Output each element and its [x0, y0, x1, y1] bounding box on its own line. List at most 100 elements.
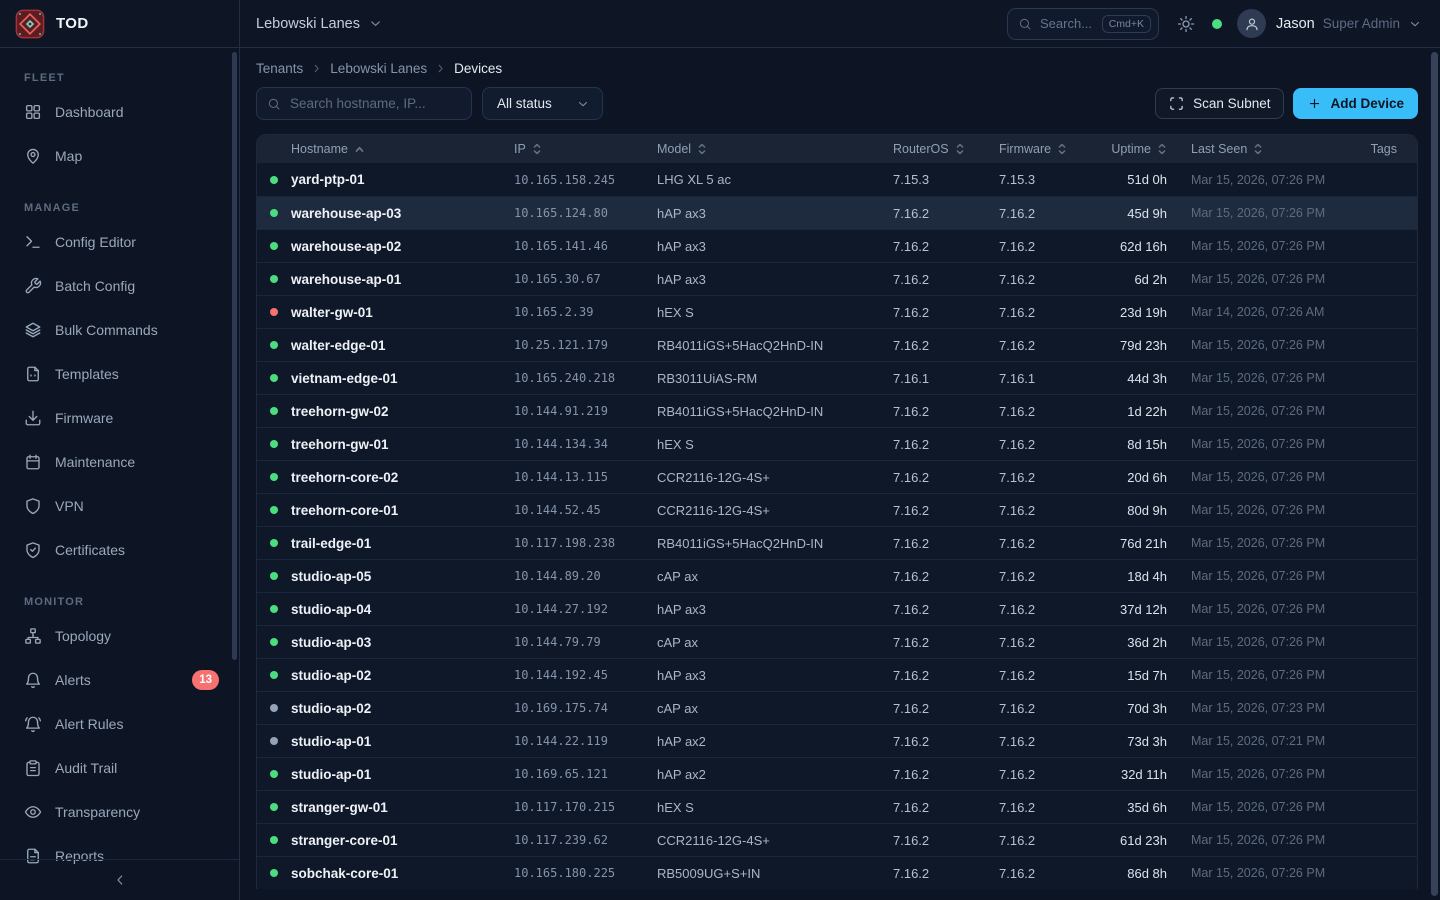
device-row-sobchak-core-01[interactable]: sobchak-core-0110.165.180.225RB5009UG+S+… — [257, 856, 1417, 889]
calendar-icon — [24, 453, 42, 471]
device-firmware: 7.16.2 — [991, 569, 1097, 584]
device-hostname: walter-edge-01 — [291, 338, 506, 353]
device-routeros: 7.16.2 — [885, 833, 991, 848]
sidebar-item-config-editor[interactable]: Config Editor — [0, 220, 239, 264]
device-hostname: studio-ap-04 — [291, 602, 506, 617]
sidebar-item-transparency[interactable]: Transparency — [0, 790, 239, 834]
column-header-firmware[interactable]: Firmware — [991, 142, 1097, 156]
global-search-placeholder: Search... — [1040, 16, 1094, 31]
page-scrollbar[interactable] — [1431, 52, 1438, 896]
chevron-right-icon — [310, 62, 323, 75]
device-model: hAP ax2 — [649, 767, 885, 782]
device-ip: 10.169.175.74 — [506, 701, 649, 715]
sidebar-item-bulk-commands[interactable]: Bulk Commands — [0, 308, 239, 352]
device-model: cAP ax — [649, 569, 885, 584]
device-routeros: 7.16.1 — [885, 371, 991, 386]
sidebar-item-vpn[interactable]: VPN — [0, 484, 239, 528]
sidebar-item-alerts[interactable]: Alerts13 — [0, 658, 239, 702]
global-search[interactable]: Search... Cmd+K — [1007, 8, 1159, 40]
device-ip: 10.117.170.215 — [506, 800, 649, 814]
device-row-trail-edge-01[interactable]: trail-edge-0110.117.198.238RB4011iGS+5Ha… — [257, 526, 1417, 559]
device-hostname: treehorn-gw-02 — [291, 404, 506, 419]
sidebar-scrollbar[interactable] — [232, 52, 237, 660]
device-routeros: 7.16.2 — [885, 767, 991, 782]
sidebar-item-firmware[interactable]: Firmware — [0, 396, 239, 440]
sidebar-item-label: Templates — [55, 366, 119, 382]
sidebar-item-dashboard[interactable]: Dashboard — [0, 90, 239, 134]
device-uptime: 18d 4h — [1097, 569, 1183, 584]
device-hostname: studio-ap-02 — [291, 668, 506, 683]
theme-toggle-sun-icon[interactable] — [1177, 15, 1195, 33]
sidebar-item-batch-config[interactable]: Batch Config — [0, 264, 239, 308]
device-row-warehouse-ap-02[interactable]: warehouse-ap-0210.165.141.46hAP ax37.16.… — [257, 229, 1417, 262]
status-dot-unknown — [257, 737, 291, 745]
device-row-studio-ap-01[interactable]: studio-ap-0110.144.22.119hAP ax27.16.27.… — [257, 724, 1417, 757]
device-firmware: 7.16.2 — [991, 272, 1097, 287]
device-model: LHG XL 5 ac — [649, 172, 885, 187]
sidebar-item-map[interactable]: Map — [0, 134, 239, 178]
status-dot-online — [257, 869, 291, 877]
status-filter-select[interactable]: All status — [482, 87, 603, 120]
device-row-treehorn-gw-02[interactable]: treehorn-gw-0210.144.91.219RB4011iGS+5Ha… — [257, 394, 1417, 427]
column-header-model[interactable]: Model — [649, 142, 885, 156]
device-hostname: treehorn-core-01 — [291, 503, 506, 518]
sidebar-item-templates[interactable]: Templates — [0, 352, 239, 396]
device-row-studio-ap-02[interactable]: studio-ap-0210.144.192.45hAP ax37.16.27.… — [257, 658, 1417, 691]
chevron-down-icon — [368, 16, 383, 31]
device-routeros: 7.16.2 — [885, 272, 991, 287]
tenant-selector[interactable]: Lebowski Lanes — [256, 16, 383, 32]
status-dot-online — [257, 374, 291, 382]
device-row-vietnam-edge-01[interactable]: vietnam-edge-0110.165.240.218RB3011UiAS-… — [257, 361, 1417, 394]
device-firmware: 7.16.2 — [991, 437, 1097, 452]
device-row-studio-ap-03[interactable]: studio-ap-0310.144.79.79cAP ax7.16.27.16… — [257, 625, 1417, 658]
column-label: Hostname — [291, 142, 348, 156]
column-header-last-seen[interactable]: Last Seen — [1183, 142, 1331, 156]
bell-ring-icon — [24, 715, 42, 733]
device-row-treehorn-core-02[interactable]: treehorn-core-0210.144.13.115CCR2116-12G… — [257, 460, 1417, 493]
device-model: hEX S — [649, 305, 885, 320]
breadcrumb-item-lebowski-lanes[interactable]: Lebowski Lanes — [330, 61, 427, 76]
breadcrumb-item-tenants[interactable]: Tenants — [256, 61, 303, 76]
sidebar-collapse-button[interactable] — [0, 859, 239, 900]
device-search-input[interactable] — [290, 96, 461, 111]
device-row-studio-ap-05[interactable]: studio-ap-0510.144.89.20cAP ax7.16.27.16… — [257, 559, 1417, 592]
device-model: CCR2116-12G-4S+ — [649, 470, 885, 485]
sidebar-item-label: Maintenance — [55, 454, 135, 470]
device-model: RB4011iGS+5HacQ2HnD-IN — [649, 338, 885, 353]
device-row-studio-ap-04[interactable]: studio-ap-0410.144.27.192hAP ax37.16.27.… — [257, 592, 1417, 625]
column-header-uptime[interactable]: Uptime — [1097, 142, 1183, 156]
column-header-routeros[interactable]: RouterOS — [885, 142, 991, 156]
device-row-walter-edge-01[interactable]: walter-edge-0110.25.121.179RB4011iGS+5Ha… — [257, 328, 1417, 361]
device-routeros: 7.16.2 — [885, 701, 991, 716]
add-device-button[interactable]: Add Device — [1293, 88, 1418, 119]
sidebar-item-alert-rules[interactable]: Alert Rules — [0, 702, 239, 746]
device-row-studio-ap-01[interactable]: studio-ap-0110.169.65.121hAP ax27.16.27.… — [257, 757, 1417, 790]
device-model: RB4011iGS+5HacQ2HnD-IN — [649, 536, 885, 551]
device-routeros: 7.16.2 — [885, 602, 991, 617]
sidebar-item-audit-trail[interactable]: Audit Trail — [0, 746, 239, 790]
device-model: hAP ax3 — [649, 602, 885, 617]
column-header-ip[interactable]: IP — [506, 142, 649, 156]
avatar[interactable] — [1237, 9, 1266, 38]
device-row-stranger-core-01[interactable]: stranger-core-0110.117.239.62CCR2116-12G… — [257, 823, 1417, 856]
device-row-treehorn-core-01[interactable]: treehorn-core-0110.144.52.45CCR2116-12G-… — [257, 493, 1417, 526]
sidebar-item-maintenance[interactable]: Maintenance — [0, 440, 239, 484]
status-dot-online — [257, 242, 291, 250]
scan-subnet-button[interactable]: Scan Subnet — [1155, 88, 1284, 119]
device-row-yard-ptp-01[interactable]: yard-ptp-0110.165.158.245LHG XL 5 ac7.15… — [257, 163, 1417, 196]
device-hostname: studio-ap-01 — [291, 734, 506, 749]
user-menu-chevron-down-icon[interactable] — [1408, 17, 1422, 31]
device-row-studio-ap-02[interactable]: studio-ap-0210.169.175.74cAP ax7.16.27.1… — [257, 691, 1417, 724]
device-row-treehorn-gw-01[interactable]: treehorn-gw-0110.144.134.34hEX S7.16.27.… — [257, 427, 1417, 460]
device-row-stranger-gw-01[interactable]: stranger-gw-0110.117.170.215hEX S7.16.27… — [257, 790, 1417, 823]
sidebar-item-topology[interactable]: Topology — [0, 614, 239, 658]
device-row-walter-gw-01[interactable]: walter-gw-0110.165.2.39hEX S7.16.27.16.2… — [257, 295, 1417, 328]
device-hostname: trail-edge-01 — [291, 536, 506, 551]
sidebar-item-certificates[interactable]: Certificates — [0, 528, 239, 572]
plus-icon — [1307, 96, 1322, 111]
device-ip: 10.144.52.45 — [506, 503, 649, 517]
column-header-hostname[interactable]: Hostname — [291, 142, 506, 156]
device-row-warehouse-ap-01[interactable]: warehouse-ap-0110.165.30.67hAP ax37.16.2… — [257, 262, 1417, 295]
device-row-warehouse-ap-03[interactable]: warehouse-ap-0310.165.124.80hAP ax37.16.… — [257, 196, 1417, 229]
device-uptime: 32d 11h — [1097, 767, 1183, 782]
